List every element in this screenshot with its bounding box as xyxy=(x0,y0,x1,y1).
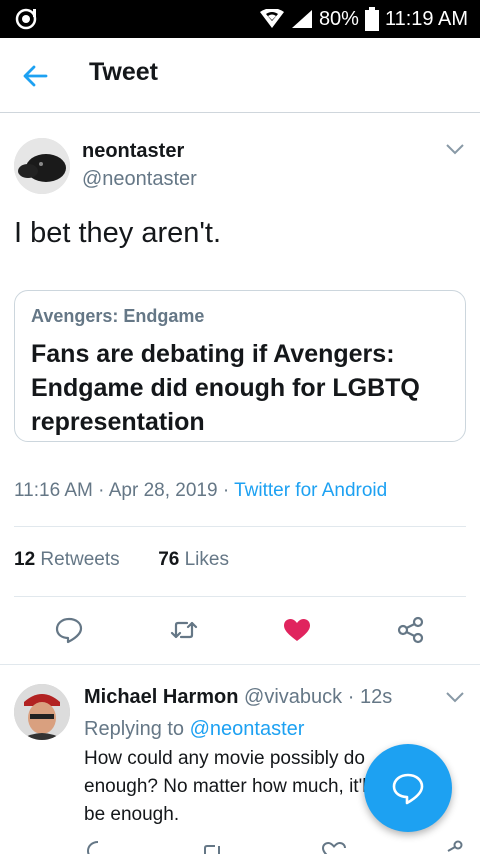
heart-icon[interactable] xyxy=(322,840,346,854)
replying-to-handle[interactable]: @neontaster xyxy=(190,718,305,740)
tweet-meta: 11:16 AM · Apr 28, 2019 · Twitter for An… xyxy=(14,480,387,502)
retweet-icon[interactable] xyxy=(200,840,224,854)
status-bar: 80% 11:19 AM xyxy=(0,0,480,38)
replying-to: Replying to @neontaster xyxy=(84,718,304,741)
app-header: Tweet xyxy=(0,38,480,113)
reply-display-name[interactable]: Michael Harmon xyxy=(84,686,238,708)
likes-stat[interactable]: 76 Likes xyxy=(158,549,229,570)
wifi-icon xyxy=(259,9,285,29)
likes-label: Likes xyxy=(184,549,229,570)
divider xyxy=(14,596,466,597)
tweet-time: 11:16 AM xyxy=(14,480,93,501)
tweet-date: Apr 28, 2019 xyxy=(108,480,218,501)
page-title: Tweet xyxy=(89,58,158,86)
avatar[interactable] xyxy=(14,138,70,194)
chevron-down-icon[interactable] xyxy=(445,142,465,156)
replying-label: Replying to xyxy=(84,718,185,740)
share-icon[interactable] xyxy=(440,840,464,854)
reply-icon[interactable] xyxy=(55,616,83,644)
link-card[interactable]: Avengers: Endgame Fans are debating if A… xyxy=(14,290,466,442)
signal-icon xyxy=(291,9,313,29)
battery-icon xyxy=(364,7,379,31)
retweets-label: Retweets xyxy=(40,549,120,570)
clock: 11:19 AM xyxy=(384,7,468,30)
tweet-text: I bet they aren't. xyxy=(14,217,222,249)
reply-icon[interactable] xyxy=(86,840,110,854)
reply-header: Michael Harmon @vivabuck · 12s xyxy=(84,686,392,709)
compose-reply-button[interactable] xyxy=(364,744,452,832)
heart-icon[interactable] xyxy=(283,616,311,644)
client-link[interactable]: Twitter for Android xyxy=(234,480,387,501)
compose-icon xyxy=(392,773,424,805)
meta-separator: · xyxy=(98,480,109,501)
retweets-stat[interactable]: 12 Retweets xyxy=(14,549,120,570)
card-headline: Fans are debating if Avengers: Endgame d… xyxy=(31,340,420,436)
likes-count: 76 xyxy=(158,549,180,570)
reply-handle[interactable]: @vivabuck xyxy=(244,686,342,708)
reply-avatar[interactable] xyxy=(14,684,70,740)
meta-separator: · xyxy=(222,480,235,501)
user-handle[interactable]: @neontaster xyxy=(82,168,197,191)
display-name[interactable]: neontaster xyxy=(82,140,184,163)
battery-percent: 80% xyxy=(318,7,359,30)
reply-age: 12s xyxy=(359,686,393,708)
back-arrow-icon[interactable] xyxy=(20,60,52,92)
engagement-stats: 12 Retweets 76 Likes xyxy=(14,549,229,571)
section-divider xyxy=(0,664,480,665)
retweets-count: 12 xyxy=(14,549,36,570)
notification-icon xyxy=(14,7,40,31)
divider xyxy=(14,526,466,527)
reply-separator: · xyxy=(347,686,360,708)
card-source: Avengers: Endgame xyxy=(31,306,205,326)
share-icon[interactable] xyxy=(397,616,425,644)
chevron-down-icon[interactable] xyxy=(445,690,465,704)
retweet-icon[interactable] xyxy=(170,616,198,644)
